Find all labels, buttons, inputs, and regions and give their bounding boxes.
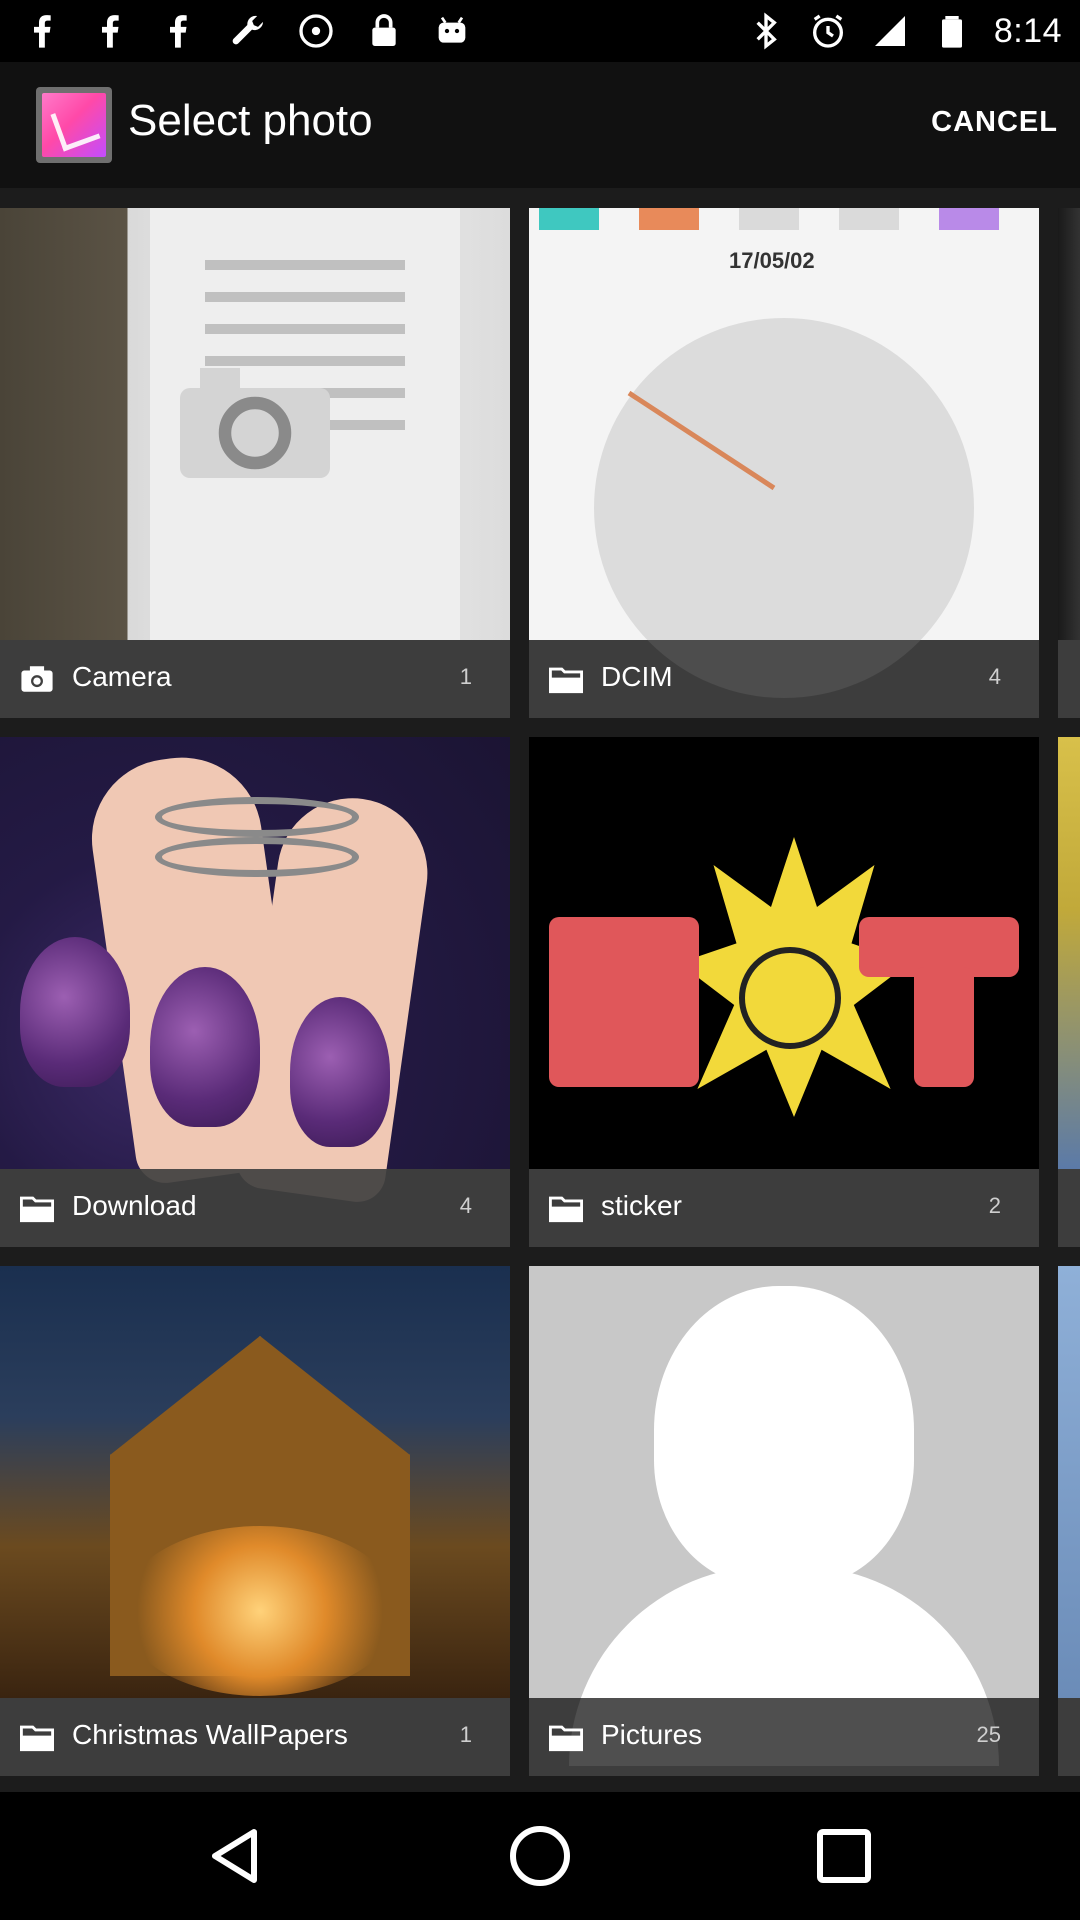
album-count: 4: [459, 1193, 472, 1218]
album-tile-christmas-wallpapers[interactable]: Christmas WallPapers 1: [0, 1266, 510, 1776]
facebook-icon: [34, 15, 51, 48]
album-grid: Camera 1 17/05/02 DCIM 4 Download 4 stic…: [0, 206, 1080, 1776]
folder-icon: [20, 1196, 54, 1223]
navigation-bar: [0, 1792, 1080, 1920]
app-bar: Select photo CANCEL: [0, 62, 1080, 188]
album-tile-partial[interactable]: [1058, 208, 1080, 718]
album-count: 1: [459, 664, 472, 689]
recents-icon[interactable]: [808, 1820, 880, 1892]
album-caption: Download 4: [0, 1169, 510, 1247]
home-icon[interactable]: [504, 1820, 576, 1892]
gallery-app-icon: [36, 87, 112, 163]
album-count: 25: [976, 1722, 1001, 1747]
battery-icon: [941, 16, 962, 48]
android-icon: [438, 16, 466, 43]
album-caption: Camera 1: [0, 640, 510, 718]
album-name: Download: [72, 1190, 197, 1221]
album-tile-dcim[interactable]: 17/05/02 DCIM 4: [529, 208, 1039, 718]
status-time: 8:14: [993, 11, 1062, 50]
album-thumbnail: [0, 1266, 510, 1698]
album-thumbnail: 17/05/02: [529, 208, 1039, 698]
album-tile-partial[interactable]: [1058, 1266, 1080, 1776]
alarm-icon: [812, 14, 843, 48]
album-tile-partial[interactable]: [1058, 737, 1080, 1247]
album-tile-download[interactable]: Download 4: [0, 737, 510, 1247]
album-name: DCIM: [601, 661, 673, 692]
album-caption: [1058, 1698, 1080, 1776]
album-caption: DCIM 4: [529, 640, 1039, 718]
camera-placeholder-icon: [180, 368, 330, 478]
facebook-icon: [170, 15, 187, 48]
lock-icon: [372, 14, 396, 46]
album-count: 1: [459, 1722, 472, 1747]
album-caption: Pictures 25: [529, 1698, 1039, 1776]
album-thumbnail: [1058, 1266, 1080, 1698]
album-caption: [1058, 1169, 1080, 1247]
cancel-button[interactable]: CANCEL: [931, 106, 1058, 139]
folder-icon: [20, 1725, 54, 1752]
thumb-date: 17/05/02: [729, 248, 815, 273]
album-caption: Christmas WallPapers 1: [0, 1698, 510, 1776]
dial-needle: [627, 390, 776, 491]
album-caption: sticker 2: [529, 1169, 1039, 1247]
album-name: sticker: [601, 1190, 682, 1221]
album-name: Pictures: [601, 1719, 703, 1750]
album-thumbnail: [529, 737, 1039, 1169]
album-count: 2: [988, 1193, 1001, 1218]
album-tile-sticker[interactable]: sticker 2: [529, 737, 1039, 1247]
folder-icon: [549, 667, 583, 694]
album-count: 4: [988, 664, 1001, 689]
album-thumbnail: [0, 737, 510, 1206]
wrench-icon: [232, 15, 263, 45]
album-caption: [1058, 640, 1080, 718]
status-bar: 8:14: [0, 0, 1080, 62]
album-tile-camera[interactable]: Camera 1: [0, 208, 510, 718]
album-name: Christmas WallPapers: [72, 1719, 348, 1750]
system-icons: 8:14: [746, 8, 1062, 54]
album-thumbnail: [1058, 208, 1080, 640]
album-name: Camera: [72, 661, 172, 692]
bluetooth-icon: [756, 12, 777, 50]
album-thumbnail: [529, 1266, 1039, 1766]
cd-icon: [299, 14, 333, 48]
notification-icons: [24, 10, 472, 52]
folder-icon: [549, 1196, 583, 1223]
album-thumbnail: [1058, 737, 1080, 1169]
signal-icon: [874, 16, 905, 46]
album-thumbnail: [0, 208, 510, 640]
facebook-icon: [102, 15, 119, 48]
page-title: Select photo: [128, 96, 373, 145]
album-tile-pictures[interactable]: Pictures 25: [529, 1266, 1039, 1776]
camera-icon: [21, 666, 53, 692]
folder-icon: [549, 1725, 583, 1752]
back-icon[interactable]: [200, 1820, 272, 1892]
